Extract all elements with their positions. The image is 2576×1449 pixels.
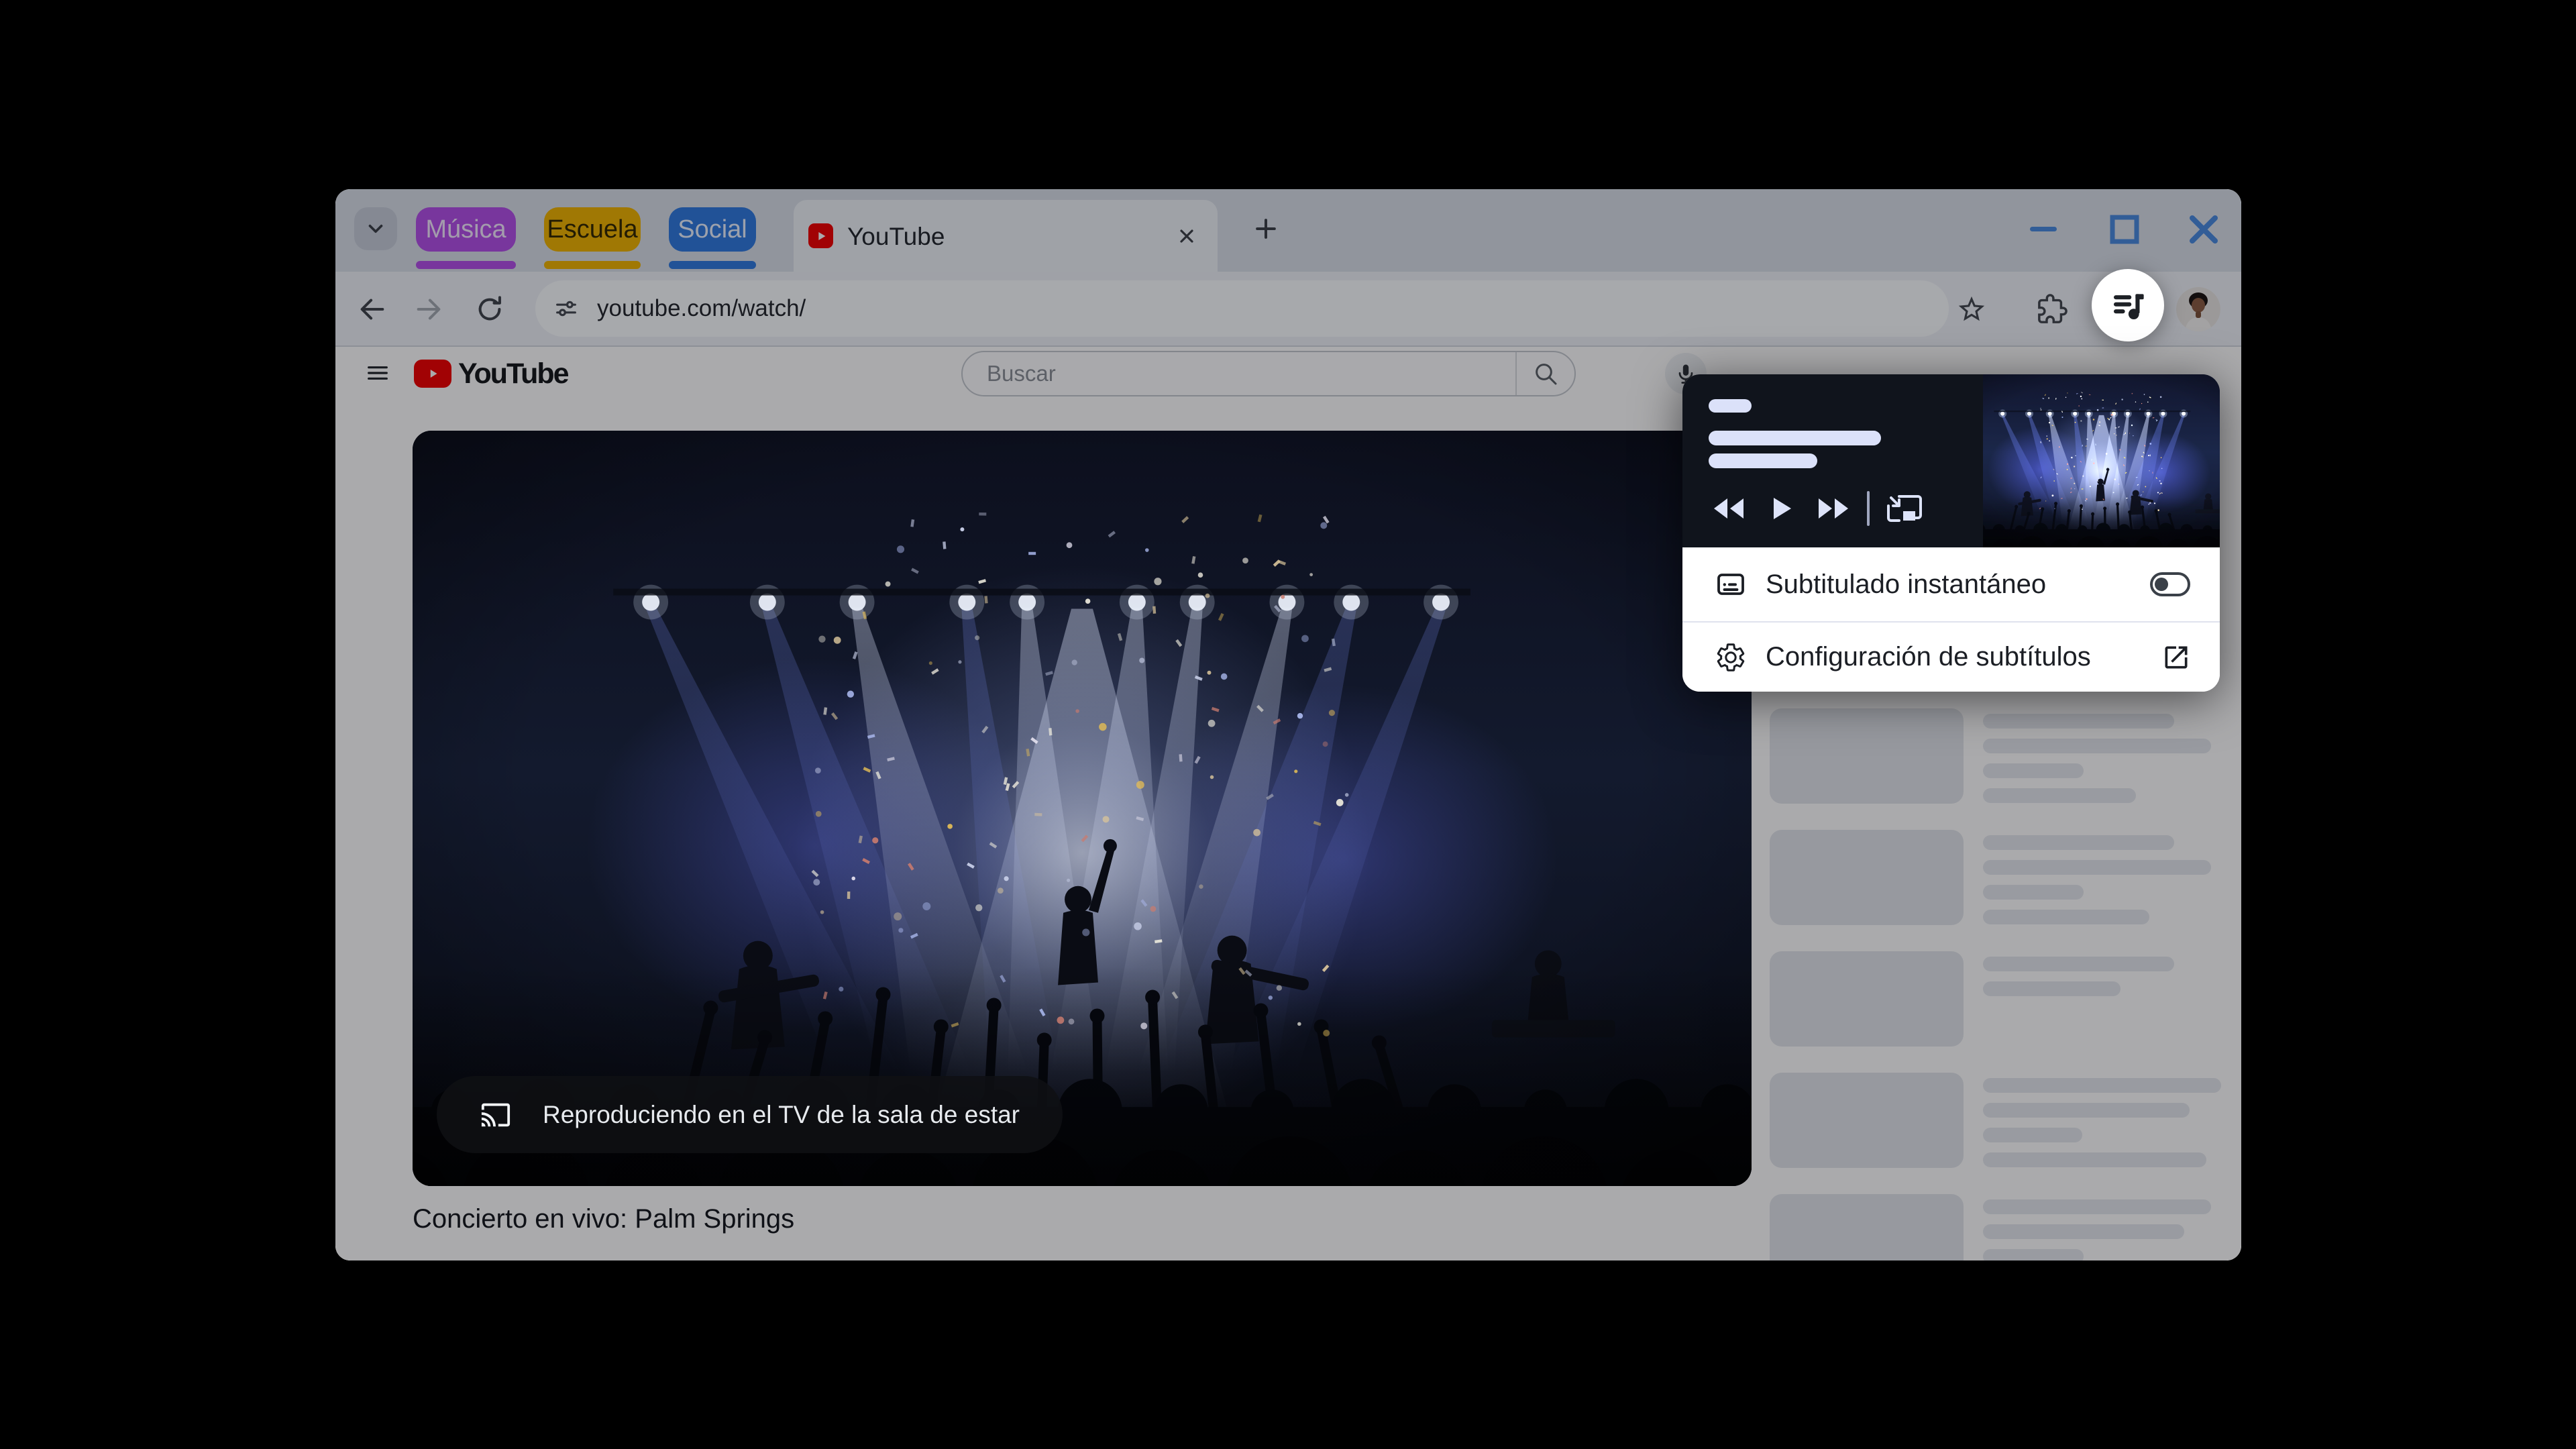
live-caption-icon (1715, 568, 1747, 600)
live-caption-row[interactable]: Subtitulado instantáneo (1682, 547, 2220, 621)
controls-divider (1867, 491, 1870, 526)
previous-track-button[interactable] (1710, 490, 1748, 527)
play-button[interactable] (1764, 490, 1801, 527)
cast-status-overlay: Reproduciendo en el TV de la sala de est… (437, 1076, 1063, 1153)
video-player[interactable]: Reproduciendo en el TV de la sala de est… (413, 431, 1752, 1186)
live-caption-label: Subtitulado instantáneo (1766, 570, 2150, 600)
concert-video-frame (413, 431, 1752, 1186)
cast-status-text: Reproduciendo en el TV de la sala de est… (543, 1101, 1020, 1129)
open-in-new-icon[interactable] (2161, 642, 2192, 673)
caption-settings-row[interactable]: Configuración de subtítulos (1682, 623, 2220, 692)
picture-in-picture-button[interactable] (1886, 490, 1923, 527)
settings-gear-icon (1715, 641, 1747, 674)
media-artwork-thumbnail (1983, 374, 2220, 547)
live-caption-toggle[interactable] (2150, 572, 2190, 596)
media-controls-toolbar-button[interactable] (2092, 269, 2164, 341)
media-source-placeholder (1709, 399, 1752, 413)
media-session-card (1682, 374, 2220, 547)
cast-icon (478, 1099, 513, 1130)
toggle-knob (2155, 578, 2168, 591)
browser-window: Música Escuela Social YouTube (335, 189, 2241, 1260)
media-title-placeholder (1709, 431, 1881, 445)
media-artist-placeholder (1709, 453, 1817, 468)
caption-settings-label: Configuración de subtítulos (1766, 642, 2161, 672)
queue-music-icon (2109, 286, 2147, 324)
next-track-button[interactable] (1815, 490, 1852, 527)
media-controls-popup: Subtitulado instantáneo Configuración de… (1682, 374, 2220, 692)
